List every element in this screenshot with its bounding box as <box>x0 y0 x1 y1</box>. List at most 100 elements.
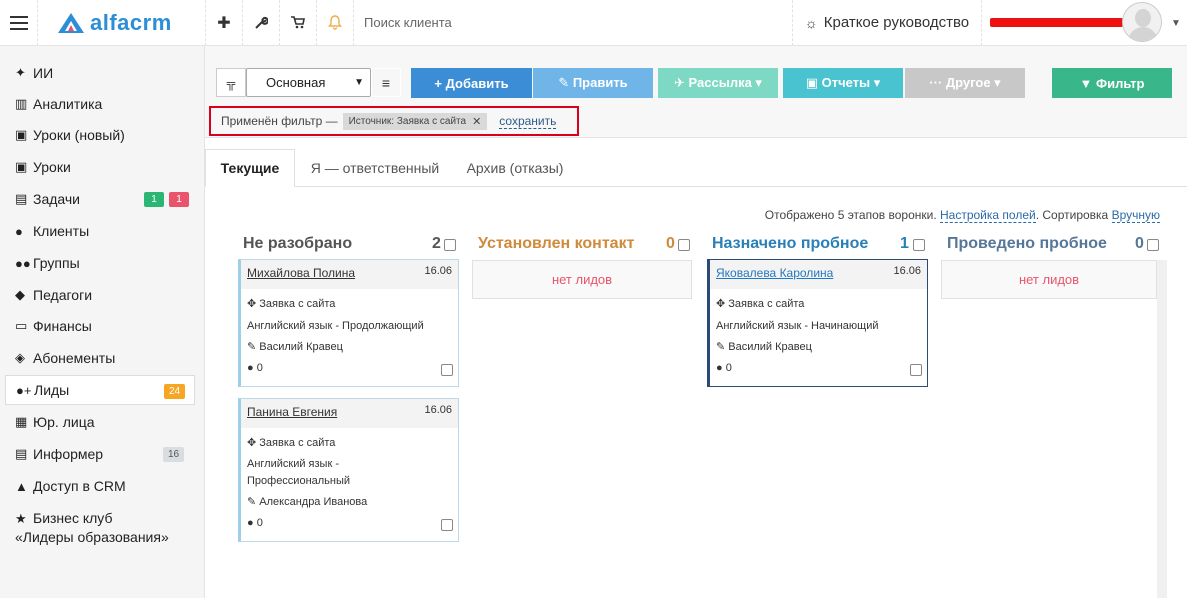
lead-card-header: Михайлова Полина 16.06 <box>241 260 458 289</box>
save-filter-link[interactable]: сохранить <box>499 114 557 129</box>
redacted-username <box>990 18 1123 27</box>
column-settings-button[interactable]: ╦ <box>216 68 246 97</box>
star-icon: ★ <box>15 511 27 526</box>
tag-icon: ◈ <box>15 350 25 365</box>
lead-comments: ● 0 <box>247 362 263 374</box>
graduation-cap-icon: ◆ <box>15 287 25 302</box>
filter-chip[interactable]: Источник: Заявка с сайта ✕ <box>342 112 488 130</box>
columns-icon: ╦ <box>226 75 236 90</box>
tasks-badge-green: 1 <box>144 192 164 207</box>
filter-chip-label: Источник: Заявка с сайта <box>348 115 467 127</box>
lead-name-link[interactable]: Яковалева Каролина <box>716 266 833 280</box>
sidebar-item-clients[interactable]: ● Клиенты <box>5 216 195 246</box>
caret-down-icon[interactable]: ▼ <box>1171 18 1181 29</box>
stage-select-checkbox[interactable] <box>1147 239 1159 251</box>
wrench-icon[interactable] <box>243 0 280 46</box>
sidebar-item-tasks[interactable]: ▤ Задачи 1 1 <box>5 184 195 214</box>
logo[interactable]: alfacrm <box>38 0 206 46</box>
avatar[interactable] <box>1122 1 1162 42</box>
sidebar-item-label: Информер <box>33 446 104 462</box>
sidebar-item-label: Бизнес клуб <box>33 510 113 526</box>
lead-responsible: ✎ Александра Иванова <box>247 496 368 508</box>
leads-tabs: Текущие Я — ответственный Архив (отказы) <box>205 149 1187 187</box>
bell-icon[interactable] <box>317 0 354 46</box>
sidebar-item-leads[interactable]: ●+ Лиды 24 <box>5 375 195 405</box>
lead-select-checkbox[interactable] <box>441 519 453 531</box>
sidebar-item-ai[interactable]: ✦ ИИ <box>5 58 195 88</box>
lead-card[interactable]: Панина Евгения 16.06 ✥ Заявка с сайта Ан… <box>238 398 459 542</box>
applied-filter-bar: Применён фильтр — Источник: Заявка с сай… <box>209 106 579 136</box>
sidebar-item-label: Уроки <box>33 159 71 175</box>
lead-select-checkbox[interactable] <box>441 364 453 376</box>
lead-select-checkbox[interactable] <box>910 364 922 376</box>
quick-guide-button[interactable]: ☼ Краткое руководство <box>792 0 982 46</box>
sidebar-item-label: Юр. лица <box>33 414 95 430</box>
calendar-icon: ▣ <box>15 127 28 142</box>
lead-name-link[interactable]: Михайлова Полина <box>247 266 355 280</box>
cart-icon[interactable] <box>280 0 317 46</box>
sidebar-item-label: ИИ <box>33 65 54 81</box>
sidebar-item-label-line2: «Лидеры образования» <box>15 529 169 545</box>
user-menu[interactable]: ▼ <box>982 0 1187 46</box>
sidebar-item-informer[interactable]: ▤ Информер 16 <box>5 439 195 469</box>
plus-icon[interactable]: ✚ <box>206 0 243 46</box>
stage-count: 0 <box>1135 235 1144 252</box>
filter-button[interactable]: ▼ Фильтр <box>1052 68 1172 98</box>
tasks-badge-red: 1 <box>169 192 189 207</box>
map-icon: ▥ <box>15 96 28 111</box>
stage-select-checkbox[interactable] <box>678 239 690 251</box>
sidebar-item-legal-entities[interactable]: ▦ Юр. лица <box>5 407 195 437</box>
newspaper-icon: ▤ <box>15 446 28 461</box>
sidebar-item-label: Финансы <box>33 318 92 334</box>
lead-source: ✥ Заявка с сайта <box>716 298 805 310</box>
tab-archive[interactable]: Архив (отказы) <box>455 149 575 187</box>
sidebar-item-label: Уроки (новый) <box>33 127 125 143</box>
sidebar: ✦ ИИ ▥ Аналитика ▣ Уроки (новый) ▣ Уроки… <box>0 46 205 598</box>
sidebar-item-groups[interactable]: ●● Группы <box>5 248 195 278</box>
sidebar-item-label: Группы <box>33 255 80 271</box>
board-info: Отображено 5 этапов воронки. Настройка п… <box>600 208 1160 223</box>
sidebar-item-subscriptions[interactable]: ◈ Абонементы <box>5 343 195 373</box>
stage-title: Установлен контакт <box>478 235 635 252</box>
add-button[interactable]: + Добавить <box>411 68 532 98</box>
stage-select-checkbox[interactable] <box>444 239 456 251</box>
empty-stage-placeholder: нет лидов <box>472 260 692 299</box>
sparkle-icon: ✦ <box>15 65 26 80</box>
list-icon: ≡ <box>381 74 391 91</box>
edit-button[interactable]: ✎ Править <box>533 68 653 98</box>
tab-my-responsible[interactable]: Я — ответственный <box>300 149 450 187</box>
menu-toggle-button[interactable] <box>0 0 38 46</box>
lead-name-link[interactable]: Панина Евгения <box>247 405 337 419</box>
board-scrollbar[interactable] <box>1157 260 1167 598</box>
tab-current[interactable]: Текущие <box>205 149 295 187</box>
lead-card[interactable]: Яковалева Каролина 16.06 ✥ Заявка с сайт… <box>707 259 928 387</box>
remove-filter-icon[interactable]: ✕ <box>472 115 481 128</box>
sidebar-item-lessons[interactable]: ▣ Уроки <box>5 152 195 182</box>
logo-mark-icon <box>58 12 84 33</box>
sidebar-item-business-club[interactable]: ★ Бизнес клуб «Лидеры образования» <box>5 506 195 550</box>
lead-responsible: ✎ Василий Кравец <box>247 341 343 353</box>
lead-course: Английский язык - Начинающий <box>716 320 879 332</box>
lead-source: ✥ Заявка с сайта <box>247 437 336 449</box>
lead-card[interactable]: Михайлова Полина 16.06 ✥ Заявка с сайта … <box>238 259 459 387</box>
lead-source: ✥ Заявка с сайта <box>247 298 336 310</box>
sort-mode-link[interactable]: Вручную <box>1111 208 1160 223</box>
sidebar-item-teachers[interactable]: ◆ Педагоги <box>5 280 195 310</box>
quick-guide-label: Краткое руководство <box>823 14 970 31</box>
reports-button[interactable]: ▣ Отчеты ▾ <box>783 68 903 98</box>
lead-comments: ● 0 <box>247 517 263 529</box>
client-search-input[interactable] <box>364 15 764 30</box>
stage-title: Проведено пробное <box>947 235 1107 252</box>
sidebar-item-lessons-new[interactable]: ▣ Уроки (новый) <box>5 120 195 150</box>
list-view-button[interactable]: ≡ <box>371 68 401 97</box>
view-select[interactable]: Основная ▼ <box>246 68 371 97</box>
sidebar-item-finance[interactable]: ▭ Финансы <box>5 311 195 341</box>
sidebar-item-label: Педагоги <box>33 287 93 303</box>
stage-select-checkbox[interactable] <box>913 239 925 251</box>
other-button[interactable]: ··· Другое ▾ <box>905 68 1025 98</box>
sidebar-item-crm-access[interactable]: ▲ Доступ в CRM <box>5 471 195 501</box>
sidebar-item-analytics[interactable]: ▥ Аналитика <box>5 89 195 119</box>
sidebar-item-label: Абонементы <box>33 350 116 366</box>
field-settings-link[interactable]: Настройка полей <box>940 208 1036 223</box>
mailing-button[interactable]: ✈ Рассылка ▾ <box>658 68 778 98</box>
